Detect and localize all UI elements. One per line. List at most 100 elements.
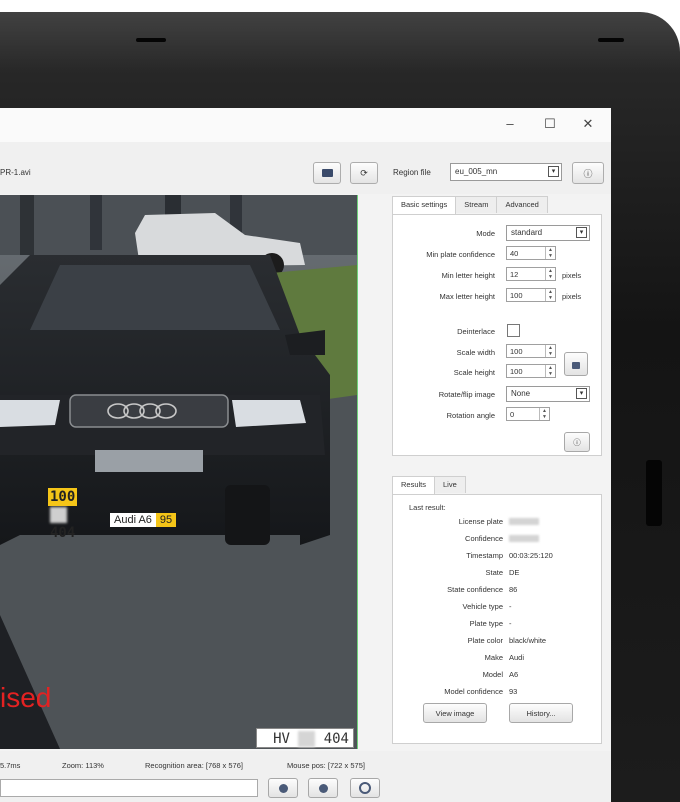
camera-frame bbox=[0, 195, 357, 749]
results-panel: Results Live Last result: License plate C… bbox=[392, 476, 602, 746]
result-label: Plate color bbox=[467, 636, 503, 645]
refresh-icon: ⟳ bbox=[360, 167, 368, 178]
scale-width-input[interactable]: 100 ▲ ▼ bbox=[506, 344, 556, 358]
scale-width-value: 100 bbox=[510, 347, 523, 356]
make-model-tag: Audi A6 bbox=[110, 513, 156, 527]
recognition-area: Recognition area: [768 x 576] bbox=[145, 761, 243, 770]
play-button[interactable] bbox=[268, 778, 298, 798]
close-button[interactable]: ✕ bbox=[578, 116, 598, 132]
tab-stream[interactable]: Stream bbox=[455, 196, 498, 213]
result-value: 00:03:25:120 bbox=[509, 551, 553, 560]
settings-tabs: Basic settings Stream Advanced bbox=[392, 196, 548, 215]
result-label: Vehicle type bbox=[462, 602, 503, 611]
result-label: Model bbox=[482, 670, 503, 679]
result-value: DE bbox=[509, 568, 520, 577]
record-icon bbox=[318, 783, 328, 793]
rotation-angle-input[interactable]: 0 ▲ ▼ bbox=[506, 407, 550, 421]
help-icon: ⓘ bbox=[573, 437, 581, 447]
tab-advanced[interactable]: Advanced bbox=[496, 196, 548, 213]
min-letter-unit: pixels bbox=[562, 271, 582, 280]
plate-number: 404 bbox=[50, 525, 76, 541]
max-letter-unit: pixels bbox=[562, 292, 582, 301]
min-plate-confidence-input[interactable]: 40 ▲ ▼ bbox=[506, 246, 556, 260]
chevron-down-icon: ▾ bbox=[576, 227, 587, 238]
info-button[interactable]: ⓘ bbox=[572, 162, 604, 184]
result-label: Make bbox=[484, 653, 503, 662]
result-value: - bbox=[509, 602, 512, 611]
result-value bbox=[509, 518, 539, 525]
mode-value: standard bbox=[511, 228, 543, 237]
scale-height-input[interactable]: 100 ▲ ▼ bbox=[506, 364, 556, 378]
deinterlace-checkbox[interactable] bbox=[507, 324, 520, 337]
spin-arrows-icon[interactable]: ▲ ▼ bbox=[539, 408, 549, 420]
folder-icon bbox=[321, 169, 333, 177]
pause-button[interactable] bbox=[308, 778, 338, 798]
lock-icon bbox=[572, 362, 580, 369]
results-body: Last result: License plate Confidence Time… bbox=[392, 494, 602, 744]
minimize-button[interactable]: – bbox=[500, 116, 520, 131]
history-button[interactable]: History... bbox=[509, 703, 573, 723]
maximize-button[interactable]: ☐ bbox=[540, 116, 560, 132]
result-label: Model confidence bbox=[444, 687, 503, 696]
refresh-button[interactable]: ⟳ bbox=[350, 162, 378, 184]
last-result-label: Last result: bbox=[409, 503, 446, 512]
scale-height-value: 100 bbox=[510, 367, 523, 376]
open-folder-button[interactable] bbox=[313, 162, 341, 184]
mode-select[interactable]: standard ▾ bbox=[506, 225, 590, 241]
toolbar: PR-1.avi ⟳ Region file eu_005_mn ▾ ⓘ bbox=[0, 142, 611, 194]
spin-arrows-icon[interactable]: ▲ ▼ bbox=[545, 268, 555, 280]
progress-field[interactable] bbox=[0, 779, 258, 797]
status-bar: 5.7ms Zoom: 113% Recognition area: [768 … bbox=[0, 751, 611, 802]
result-label: Timestamp bbox=[466, 551, 503, 560]
region-file-label: Region file bbox=[393, 168, 431, 177]
min-letter-height-label: Min letter height bbox=[441, 271, 495, 280]
rotate-flip-value: None bbox=[511, 389, 531, 398]
region-file-value: eu_005_mn bbox=[455, 167, 498, 176]
spin-arrows-icon[interactable]: ▲ ▼ bbox=[545, 289, 555, 301]
result-value bbox=[509, 535, 539, 542]
make-model-overlay: Audi A6 95 bbox=[110, 513, 177, 527]
result-value: black/white bbox=[509, 636, 547, 645]
settings-panel: Basic settings Stream Advanced Mode stan… bbox=[392, 196, 602, 456]
result-value: Audi bbox=[509, 653, 525, 662]
mode-label: Mode bbox=[476, 229, 495, 238]
region-file-select[interactable]: eu_005_mn ▾ bbox=[450, 163, 562, 181]
result-value: 86 bbox=[509, 585, 518, 594]
rotate-flip-select[interactable]: None ▾ bbox=[506, 386, 590, 402]
rotate-flip-label: Rotate/flip image bbox=[438, 390, 495, 399]
min-letter-height-value: 12 bbox=[510, 270, 519, 279]
result-value: 93 bbox=[509, 687, 518, 696]
plate-crop: HV XX 404 bbox=[256, 728, 354, 748]
lock-aspect-button[interactable] bbox=[564, 352, 588, 376]
rotation-angle-label: Rotation angle bbox=[446, 411, 495, 420]
title-bar: – ☐ ✕ bbox=[0, 108, 611, 142]
plate-crop-redacted: XX bbox=[298, 731, 316, 747]
tab-live[interactable]: Live bbox=[434, 476, 466, 493]
target-icon bbox=[359, 782, 371, 794]
result-label: License plate bbox=[458, 517, 503, 526]
min-plate-confidence-value: 40 bbox=[510, 249, 519, 258]
help-button[interactable]: ⓘ bbox=[564, 432, 590, 452]
spin-arrows-icon[interactable]: ▲ ▼ bbox=[545, 345, 555, 357]
view-image-button[interactable]: View image bbox=[423, 703, 487, 723]
tab-basic-settings[interactable]: Basic settings bbox=[392, 196, 457, 215]
bezel-gloss bbox=[0, 12, 680, 72]
result-value: - bbox=[509, 619, 512, 628]
basic-settings-body: Mode standard ▾ Min plate confidence 40 … bbox=[392, 214, 602, 456]
bezel-slot-left bbox=[136, 38, 166, 42]
stop-button[interactable] bbox=[350, 778, 380, 798]
min-letter-height-input[interactable]: 12 ▲ ▼ bbox=[506, 267, 556, 281]
chevron-down-icon: ▾ bbox=[548, 166, 559, 177]
mouse-position: Mouse pos: [722 x 575] bbox=[287, 761, 365, 770]
info-icon: ⓘ bbox=[583, 168, 593, 179]
plate-confidence-tag-2: 100 bbox=[48, 488, 78, 506]
scale-height-label: Scale height bbox=[453, 368, 495, 377]
spin-arrows-icon[interactable]: ▲ ▼ bbox=[545, 365, 555, 377]
max-letter-height-input[interactable]: 100 ▲ ▼ bbox=[506, 288, 556, 302]
spin-arrows-icon[interactable]: ▲ ▼ bbox=[545, 247, 555, 259]
result-value: A6 bbox=[509, 670, 519, 679]
tab-results[interactable]: Results bbox=[392, 476, 436, 495]
chevron-down-icon: ▾ bbox=[576, 388, 587, 399]
video-view[interactable]: DE 100 HV XX 404 100 Audi A6 95 ised HV … bbox=[0, 195, 358, 749]
max-letter-height-value: 100 bbox=[510, 291, 523, 300]
